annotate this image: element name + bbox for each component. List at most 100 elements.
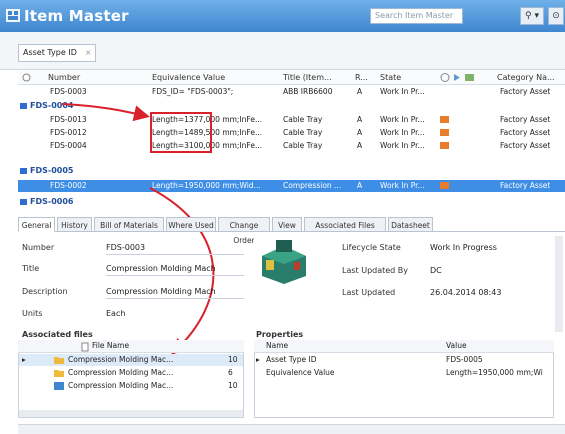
callout-box-equivalence: [150, 112, 212, 153]
state-indicator: [440, 129, 449, 136]
search-options-button[interactable]: ⚲ ▾: [520, 7, 544, 25]
tab-bill-of-materials[interactable]: Bill of Materials: [94, 217, 164, 232]
folder-icon: [54, 357, 64, 364]
tab-general[interactable]: General: [18, 217, 55, 232]
lifecycle-label: Lifecycle State: [342, 243, 401, 252]
group-expand-icon[interactable]: [20, 198, 27, 205]
description-label: Description: [22, 287, 68, 296]
tab-change-order[interactable]: Change Order: [218, 217, 270, 245]
state-indicator: [440, 116, 449, 123]
title-value[interactable]: Compression Molding Mach: [106, 264, 216, 273]
detail-scrollbar[interactable]: [555, 236, 563, 332]
row-category[interactable]: Factory Asset: [500, 127, 550, 139]
col-category[interactable]: Category Na...: [497, 70, 555, 85]
row-rev[interactable]: A: [357, 180, 362, 192]
row-number[interactable]: FDS-0002: [50, 180, 87, 192]
assoc-scrollbar[interactable]: [19, 410, 243, 417]
group-row[interactable]: FDS-0005: [20, 165, 73, 177]
file-icon: [81, 342, 89, 352]
col-title[interactable]: Title (Item...: [283, 70, 332, 85]
last-updated-value: 26.04.2014 08:43: [430, 288, 502, 297]
file-name[interactable]: Compression Molding Mac...: [68, 367, 218, 379]
app-icon: [6, 9, 20, 22]
file-count: 10: [228, 381, 238, 390]
filter-chip-label: Asset Type ID: [23, 48, 77, 57]
properties-title: Properties: [256, 330, 304, 339]
row-rev[interactable]: A: [357, 140, 362, 152]
row-title[interactable]: Compression ...: [283, 180, 351, 192]
row-rev[interactable]: A: [357, 86, 362, 98]
row-number[interactable]: FDS-0003: [50, 86, 87, 98]
tab-where-used[interactable]: Where Used: [166, 217, 216, 232]
row-rev[interactable]: A: [357, 127, 362, 139]
col-state[interactable]: State: [380, 70, 401, 85]
group-row[interactable]: FDS-0006: [20, 196, 73, 208]
row-number[interactable]: FDS-0013: [50, 114, 87, 126]
search-input[interactable]: Search Item Master: [370, 8, 463, 24]
assoc-header: [18, 340, 244, 353]
expand-arrow-icon[interactable]: ▸: [256, 354, 260, 366]
prop-name: Equivalence Value: [266, 368, 335, 377]
row-equivalence[interactable]: Length=1950,000 mm;Wid...: [152, 180, 277, 192]
description-value[interactable]: Compression Molding Mach: [106, 287, 216, 296]
number-value[interactable]: FDS-0003: [106, 243, 145, 252]
group-label: FDS-0004: [30, 101, 74, 110]
file-name[interactable]: Compression Molding Mac...: [68, 380, 218, 392]
tab-view[interactable]: View: [272, 217, 302, 232]
field-underline: [106, 254, 244, 255]
group-expand-icon[interactable]: [20, 102, 27, 109]
status-bar: [18, 424, 565, 434]
close-icon[interactable]: ×: [85, 48, 92, 57]
tab-datasheet[interactable]: Datasheet: [388, 217, 433, 232]
row-state[interactable]: Work In Pr...: [380, 180, 425, 192]
last-updated-by-label: Last Updated By: [342, 266, 409, 275]
row-number[interactable]: FDS-0012: [50, 127, 87, 139]
status-icons-header: [440, 73, 474, 82]
row-state[interactable]: Work In Pr...: [380, 86, 425, 98]
col-prop-name[interactable]: Name: [266, 340, 288, 352]
col-prop-value[interactable]: Value: [446, 340, 467, 352]
row-number[interactable]: FDS-0004: [50, 140, 87, 152]
select-all-icon[interactable]: [22, 73, 31, 82]
item-thumbnail: [254, 236, 314, 286]
prop-value[interactable]: FDS-0005: [446, 354, 483, 366]
state-indicator: [440, 182, 449, 189]
file-count: 6: [228, 368, 233, 377]
group-row[interactable]: FDS-0004: [20, 100, 73, 112]
row-title[interactable]: Cable Tray: [283, 127, 322, 139]
lifecycle-value: Work In Progress: [430, 243, 497, 252]
filter-chip[interactable]: Asset Type ID ×: [18, 44, 96, 62]
row-title[interactable]: Cable Tray: [283, 140, 322, 152]
units-value[interactable]: Each: [106, 309, 125, 318]
prop-value[interactable]: Length=1950,000 mm;Wi: [446, 367, 550, 379]
prop-header: [254, 340, 554, 353]
tab-history[interactable]: History: [57, 217, 92, 232]
file-name[interactable]: Compression Molding Mac...: [68, 354, 218, 366]
row-category[interactable]: Factory Asset: [500, 114, 550, 126]
expand-arrow-icon[interactable]: ▸: [22, 354, 26, 366]
col-number[interactable]: Number: [48, 70, 80, 85]
row-rev[interactable]: A: [357, 114, 362, 126]
col-rev[interactable]: R...: [355, 70, 368, 85]
row-category[interactable]: Factory Asset: [500, 180, 550, 192]
row-title[interactable]: Cable Tray: [283, 114, 322, 126]
row-equivalence[interactable]: FDS_ID= "FDS-0003";: [152, 86, 277, 98]
model-file-icon: [54, 382, 64, 390]
row-title[interactable]: ABB IRB6600: [283, 86, 332, 98]
col-file-name[interactable]: File Name: [92, 340, 129, 352]
row-state[interactable]: Work In Pr...: [380, 140, 425, 152]
row-category[interactable]: Factory Asset: [500, 140, 550, 152]
tab-associated-files[interactable]: Associated Files: [304, 217, 386, 232]
last-updated-label: Last Updated: [342, 288, 396, 297]
row-category[interactable]: Factory Asset: [500, 86, 550, 98]
title-label: Title: [22, 264, 40, 273]
col-equivalence[interactable]: Equivalence Value: [152, 70, 225, 85]
row-state[interactable]: Work In Pr...: [380, 127, 425, 139]
close-button[interactable]: ⊙: [548, 7, 564, 25]
group-expand-icon[interactable]: [20, 167, 27, 174]
file-count: 10: [228, 355, 238, 364]
assoc-files-title: Associated files: [22, 330, 93, 339]
row-state[interactable]: Work In Pr...: [380, 114, 425, 126]
group-label: FDS-0006: [30, 197, 74, 206]
field-underline: [106, 275, 244, 276]
